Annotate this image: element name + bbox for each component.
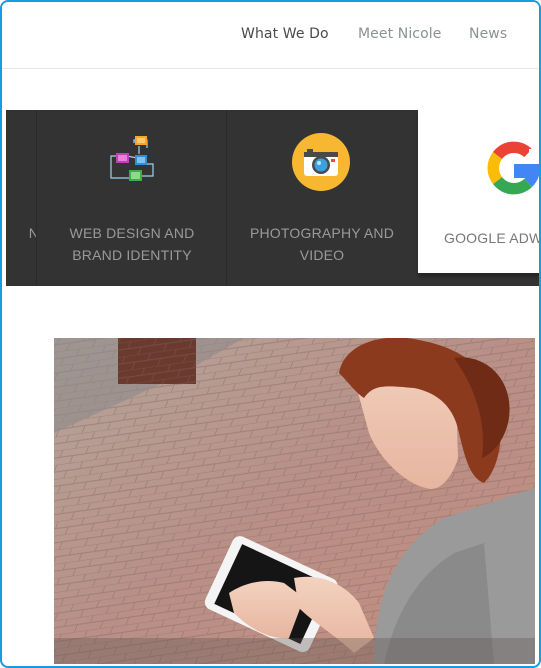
google-icon [487,141,539,195]
service-tile-web-design[interactable]: WEB DESIGN AND BRAND IDENTITY [36,110,227,286]
service-tile-google-adwords[interactable]: GOOGLE ADW [418,110,539,273]
top-navigation: What We Do Meet Nicole News [2,2,539,69]
service-label: PHOTOGRAPHY AND VIDEO [249,225,395,263]
nav-link-meet-nicole[interactable]: Meet Nicole [358,26,441,42]
camera-icon [292,133,350,191]
nav-link-news[interactable]: News [469,26,507,42]
woman-with-tablet-photo [54,338,535,664]
service-label: WEB DESIGN AND BRAND IDENTITY [69,225,195,263]
nav-link-what-we-do[interactable]: What We Do [241,26,329,42]
website-network-icon [110,136,154,181]
service-tile-partial[interactable]: N [6,110,36,286]
browser-frame: What We Do Meet Nicole News N [0,0,541,668]
service-tile-photography[interactable]: PHOTOGRAPHY AND VIDEO [226,110,417,286]
service-label: GOOGLE ADW [444,230,539,246]
services-carousel: N WEB DESIGN AND BRAND I [6,110,539,286]
service-label: N [6,222,36,244]
